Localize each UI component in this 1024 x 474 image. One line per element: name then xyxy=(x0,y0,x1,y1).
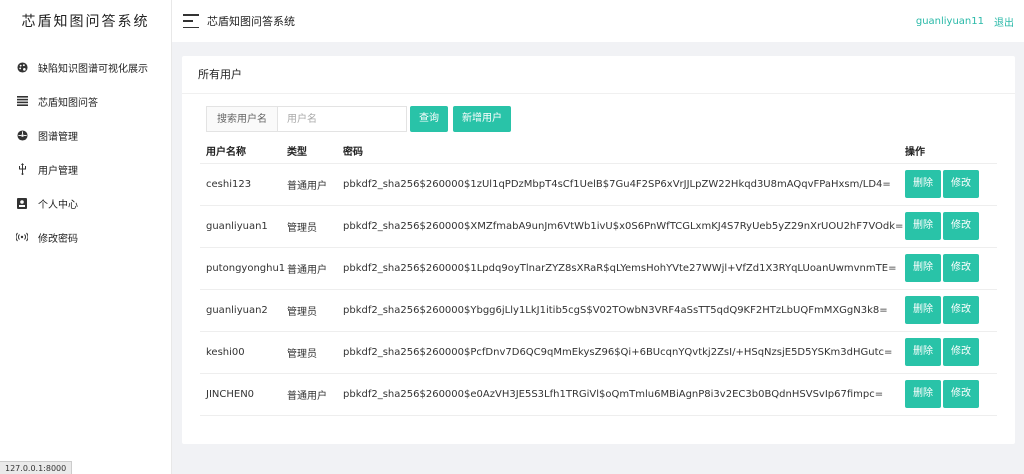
browser-status-url: 127.0.0.1:8000 xyxy=(0,461,73,474)
column-header-name: 用户名称 xyxy=(200,139,287,164)
sidebar-item-label: 修改密码 xyxy=(38,233,78,245)
cell-name: keshi00 xyxy=(200,331,287,374)
table-row: guanliyuan2 管理员 pbkdf2_sha256$260000$Ybg… xyxy=(200,289,997,332)
top-bar: 芯盾知图问答系统 guanliyuan11 退出 xyxy=(172,0,1024,42)
cell-password: pbkdf2_sha256$260000$XMZfmabA9unJm6VtWb1… xyxy=(343,205,905,248)
cell-ops: 删除 修改 xyxy=(905,331,997,374)
dashboard-icon xyxy=(15,128,29,142)
cell-password: pbkdf2_sha256$260000$1Lpdq9oyTlnarZYZ8sX… xyxy=(343,247,905,290)
table-header-row: 用户名称 类型 密码 操作 xyxy=(200,139,997,164)
edit-button[interactable]: 修改 xyxy=(943,338,979,366)
sidebar-nav: 缺陷知识图谱可视化展示 芯盾知图问答 图谱管理 用户管理 个人中心 修改密码 xyxy=(0,50,171,254)
user-area: guanliyuan11 退出 xyxy=(916,0,1014,42)
sidebar-item-graph-visualization[interactable]: 缺陷知识图谱可视化展示 xyxy=(0,50,171,84)
cell-type: 普通用户 xyxy=(287,373,343,416)
edit-button[interactable]: 修改 xyxy=(943,296,979,324)
cell-ops: 删除 修改 xyxy=(905,247,997,290)
sidebar-item-profile[interactable]: 个人中心 xyxy=(0,186,171,220)
id-card-icon xyxy=(15,196,29,210)
add-user-button[interactable]: 新增用户 xyxy=(453,106,511,132)
palette-icon xyxy=(15,60,29,74)
sidebar-item-label: 图谱管理 xyxy=(38,131,78,143)
column-header-ops: 操作 xyxy=(905,139,997,164)
sidebar: 芯盾知图问答系统 缺陷知识图谱可视化展示 芯盾知图问答 图谱管理 用户管理 个人… xyxy=(0,0,172,474)
signal-icon xyxy=(15,230,29,244)
search-bar: 搜索用户名 查询 新增用户 xyxy=(206,106,511,132)
edit-button[interactable]: 修改 xyxy=(943,380,979,408)
cell-type: 管理员 xyxy=(287,205,343,248)
cell-password: pbkdf2_sha256$260000$1zUl1qPDzMbpT4sCf1U… xyxy=(343,163,905,206)
cell-name: ceshi123 xyxy=(200,163,287,206)
cell-name: guanliyuan1 xyxy=(200,205,287,248)
cell-ops: 删除 修改 xyxy=(905,289,997,332)
cell-name: JINCHEN0 xyxy=(200,373,287,416)
edit-button[interactable]: 修改 xyxy=(943,170,979,198)
card-title: 所有用户 xyxy=(182,56,1015,94)
cell-ops: 删除 修改 xyxy=(905,373,997,416)
table-row: JINCHEN0 普通用户 pbkdf2_sha256$260000$e0AzV… xyxy=(200,373,997,416)
usb-icon xyxy=(15,162,29,176)
users-table: 用户名称 类型 密码 操作 ceshi123 普通用户 pbkdf2_sha25… xyxy=(200,139,997,416)
table-row: ceshi123 普通用户 pbkdf2_sha256$260000$1zUl1… xyxy=(200,163,997,206)
cell-ops: 删除 修改 xyxy=(905,163,997,206)
delete-button[interactable]: 删除 xyxy=(905,380,941,408)
cell-type: 普通用户 xyxy=(287,247,343,290)
edit-button[interactable]: 修改 xyxy=(943,212,979,240)
sidebar-item-user-management[interactable]: 用户管理 xyxy=(0,152,171,186)
menu-toggle-icon[interactable] xyxy=(183,14,199,28)
search-input[interactable] xyxy=(278,106,407,132)
cell-password: pbkdf2_sha256$260000$Ybgg6jLly1LkJ1itib5… xyxy=(343,289,905,332)
delete-button[interactable]: 删除 xyxy=(905,254,941,282)
cell-password: pbkdf2_sha256$260000$PcfDnv7D6QC9qMmEkys… xyxy=(343,331,905,374)
sidebar-item-label: 芯盾知图问答 xyxy=(38,97,98,109)
search-label: 搜索用户名 xyxy=(206,106,278,132)
column-header-password: 密码 xyxy=(343,139,905,164)
cell-name: guanliyuan2 xyxy=(200,289,287,332)
cell-ops: 删除 修改 xyxy=(905,205,997,248)
list-icon xyxy=(15,94,29,108)
sidebar-item-label: 缺陷知识图谱可视化展示 xyxy=(38,63,148,75)
sidebar-item-label: 用户管理 xyxy=(38,165,78,177)
users-card: 所有用户 搜索用户名 查询 新增用户 用户名称 类型 密码 操作 ceshi12… xyxy=(182,56,1015,444)
cell-type: 管理员 xyxy=(287,289,343,332)
delete-button[interactable]: 删除 xyxy=(905,170,941,198)
app-logo: 芯盾知图问答系统 xyxy=(21,14,150,30)
cell-type: 管理员 xyxy=(287,331,343,374)
sidebar-item-label: 个人中心 xyxy=(38,199,78,211)
cell-type: 普通用户 xyxy=(287,163,343,206)
sidebar-item-graph-management[interactable]: 图谱管理 xyxy=(0,118,171,152)
logout-link[interactable]: 退出 xyxy=(994,14,1014,29)
table-row: putongyonghu1 普通用户 pbkdf2_sha256$260000$… xyxy=(200,247,997,290)
delete-button[interactable]: 删除 xyxy=(905,296,941,324)
edit-button[interactable]: 修改 xyxy=(943,254,979,282)
sidebar-item-qa[interactable]: 芯盾知图问答 xyxy=(0,84,171,118)
username-link[interactable]: guanliyuan11 xyxy=(916,16,984,27)
cell-password: pbkdf2_sha256$260000$e0AzVH3JE5S3Lfh1TRG… xyxy=(343,373,905,416)
sidebar-item-change-password[interactable]: 修改密码 xyxy=(0,220,171,254)
page-title: 芯盾知图问答系统 xyxy=(207,15,295,28)
delete-button[interactable]: 删除 xyxy=(905,212,941,240)
table-row: keshi00 管理员 pbkdf2_sha256$260000$PcfDnv7… xyxy=(200,331,997,374)
cell-name: putongyonghu1 xyxy=(200,247,287,290)
column-header-type: 类型 xyxy=(287,139,343,164)
query-button[interactable]: 查询 xyxy=(410,106,448,132)
delete-button[interactable]: 删除 xyxy=(905,338,941,366)
table-row: guanliyuan1 管理员 pbkdf2_sha256$260000$XMZ… xyxy=(200,205,997,248)
